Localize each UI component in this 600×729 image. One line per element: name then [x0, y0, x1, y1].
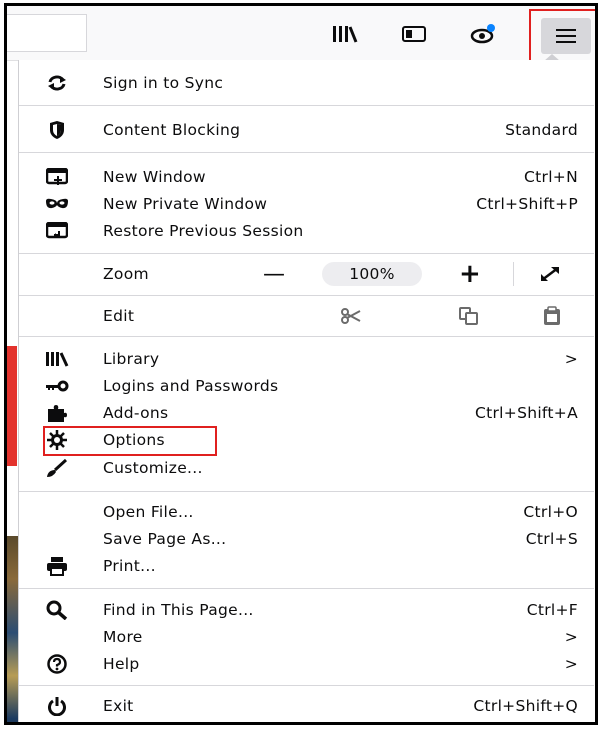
menu-item-content-blocking[interactable]: Content Blocking Standard	[19, 116, 594, 144]
menu-item-zoom: Zoom — 100% +	[19, 259, 594, 289]
power-icon	[45, 695, 69, 717]
menu-item-open-file[interactable]: Open File... Ctrl+O	[19, 498, 594, 526]
copy-icon[interactable]	[459, 307, 479, 325]
menu-item-label: Restore Previous Session	[103, 222, 304, 240]
menu-item-edit: Edit	[19, 302, 594, 330]
extension-icon[interactable]	[468, 23, 498, 45]
toolbar	[7, 6, 595, 63]
menu-item-label: New Window	[103, 168, 206, 186]
library-icon[interactable]	[330, 23, 360, 45]
shortcut-label: Ctrl+O	[523, 503, 578, 521]
private-mask-icon	[45, 193, 69, 215]
shortcut-label: Ctrl+S	[525, 530, 578, 548]
zoom-label: Zoom	[103, 265, 149, 283]
options-highlight-box	[43, 426, 217, 456]
page-image-strip	[7, 536, 18, 722]
shortcut-label: Ctrl+N	[524, 168, 578, 186]
menu-item-logins[interactable]: Logins and Passwords	[19, 372, 594, 400]
cut-icon[interactable]	[341, 308, 361, 324]
key-icon	[45, 375, 69, 397]
menu-item-label: Save Page As...	[103, 530, 227, 548]
menu-item-label: Help	[103, 655, 140, 673]
menu-item-label: Open File...	[103, 503, 194, 521]
shortcut-label: Ctrl+Shift+Q	[473, 697, 578, 715]
menu-item-label: Logins and Passwords	[103, 377, 279, 395]
menu-item-help[interactable]: Help >	[19, 650, 594, 678]
menu-item-label: Print...	[103, 557, 156, 575]
zoom-reset-button[interactable]: 100%	[322, 262, 422, 286]
paste-icon[interactable]	[543, 306, 561, 326]
page-red-bar	[7, 346, 17, 466]
sync-icon	[45, 72, 69, 94]
shortcut-label: Ctrl+F	[526, 601, 578, 619]
menu-item-find[interactable]: Find in This Page... Ctrl+F	[19, 596, 594, 624]
submenu-arrow: >	[564, 628, 578, 646]
fullscreen-icon[interactable]	[539, 265, 561, 283]
menu-item-save-page[interactable]: Save Page As... Ctrl+S	[19, 525, 594, 553]
shield-icon	[45, 119, 69, 141]
menu-item-label: More	[103, 628, 143, 646]
library-icon	[45, 348, 69, 370]
shortcut-label: Ctrl+Shift+A	[475, 404, 578, 422]
menu-item-label: Library	[103, 350, 160, 368]
menu-item-label: Customize...	[103, 459, 203, 477]
paintbrush-icon	[45, 457, 69, 479]
help-icon	[45, 653, 69, 675]
shortcut-label: Ctrl+Shift+P	[476, 195, 578, 213]
menu-item-sign-in[interactable]: Sign in to Sync	[19, 69, 594, 97]
hamburger-menu-icon[interactable]	[541, 18, 591, 54]
search-icon	[45, 599, 69, 621]
new-window-icon	[45, 166, 69, 188]
menu-item-addons[interactable]: Add-ons Ctrl+Shift+A	[19, 399, 594, 427]
app-menu-panel: Sign in to Sync Content Blocking Standar…	[18, 60, 595, 722]
menu-item-more[interactable]: More >	[19, 623, 594, 651]
zoom-in-button[interactable]: +	[459, 259, 481, 289]
separator	[19, 491, 594, 492]
zoom-out-button[interactable]: —	[263, 262, 285, 287]
separator	[19, 105, 594, 106]
puzzle-icon	[45, 402, 69, 424]
menu-item-new-private-window[interactable]: New Private Window Ctrl+Shift+P	[19, 190, 594, 218]
menu-item-print[interactable]: Print...	[19, 552, 594, 580]
restore-session-icon	[45, 220, 69, 242]
menu-item-label: Add-ons	[103, 404, 169, 422]
separator	[19, 253, 594, 254]
menu-item-library[interactable]: Library >	[19, 345, 594, 373]
content-blocking-value: Standard	[505, 121, 578, 139]
edit-label: Edit	[103, 307, 135, 325]
separator	[19, 152, 594, 153]
sidebar-icon[interactable]	[399, 23, 429, 45]
separator	[19, 685, 594, 686]
browser-window: Sign in to Sync Content Blocking Standar…	[4, 3, 598, 725]
printer-icon	[45, 555, 69, 577]
menu-item-new-window[interactable]: New Window Ctrl+N	[19, 163, 594, 191]
menu-item-exit[interactable]: Exit Ctrl+Shift+Q	[19, 692, 594, 720]
menu-item-label: Content Blocking	[103, 121, 241, 139]
menu-item-label: Exit	[103, 697, 134, 715]
separator	[19, 295, 594, 296]
submenu-arrow: >	[564, 350, 578, 368]
separator	[19, 336, 594, 337]
menu-item-label: Sign in to Sync	[103, 74, 224, 92]
menu-item-customize[interactable]: Customize...	[19, 454, 594, 482]
menu-item-label: New Private Window	[103, 195, 268, 213]
submenu-arrow: >	[564, 655, 578, 673]
url-bar[interactable]	[7, 14, 87, 52]
menu-item-label: Find in This Page...	[103, 601, 254, 619]
zoom-divider	[513, 262, 514, 286]
menu-button-highlight[interactable]	[529, 9, 595, 63]
page-background-strip	[7, 66, 18, 722]
separator	[19, 588, 594, 589]
menu-item-restore-session[interactable]: Restore Previous Session	[19, 217, 594, 245]
